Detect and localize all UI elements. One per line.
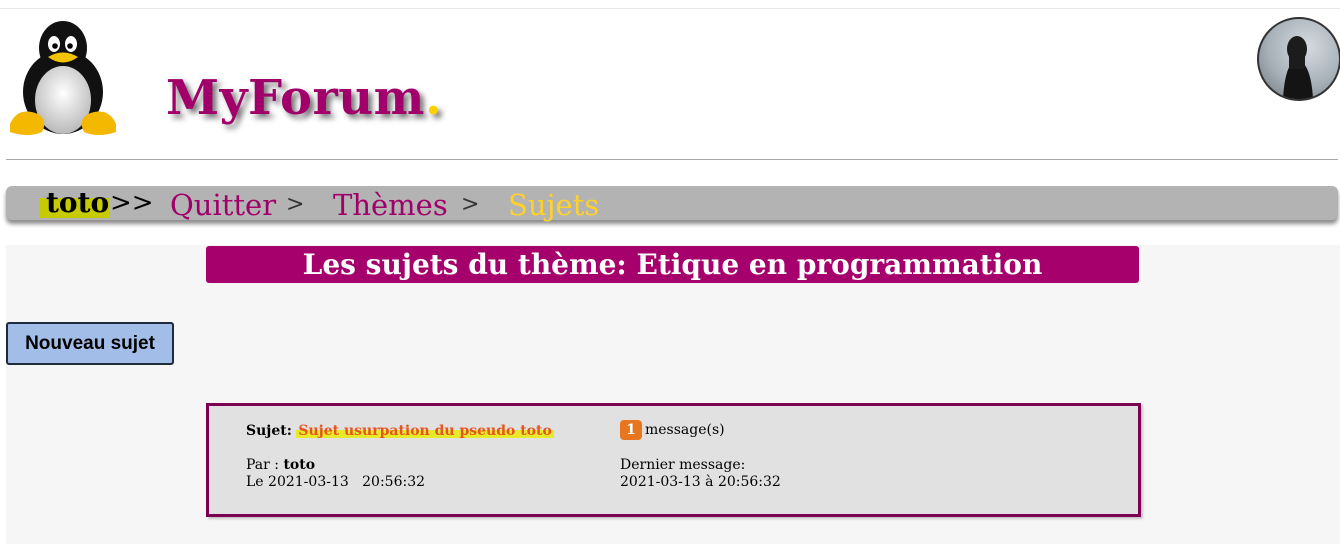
site-title-dot: . (424, 70, 443, 126)
topic-card: Sujet: Sujet usurpation du pseudo toto 1… (206, 403, 1141, 517)
author-name: toto (283, 457, 316, 473)
topic-title-link[interactable]: Sujet usurpation du pseudo toto (296, 423, 554, 439)
user-avatar[interactable] (1257, 17, 1340, 101)
topic-author-block: Par : toto Le 2021-03-13 20:56:32 (246, 457, 425, 491)
message-count-label: message(s) (645, 422, 725, 438)
author-prefix: Par : (246, 457, 279, 473)
current-page-subjects: Sujets (508, 188, 600, 222)
theme-title: Les sujets du thème: Etique en programma… (206, 246, 1139, 283)
user-arrow: >> (110, 188, 154, 218)
message-count-row: 1 message(s) (620, 420, 725, 440)
topic-date: 2021-03-13 (268, 474, 349, 490)
themes-link[interactable]: Thèmes (333, 188, 448, 222)
breadcrumb-separator: > (461, 192, 480, 217)
last-message-value: 2021-03-13 à 20:56:32 (620, 474, 781, 490)
message-count-badge: 1 (620, 420, 642, 440)
date-prefix: Le (246, 474, 264, 490)
last-message-block: Dernier message: 2021-03-13 à 20:56:32 (620, 457, 781, 491)
site-title[interactable]: MyForum. (166, 70, 442, 126)
topic-subject-row: Sujet: Sujet usurpation du pseudo toto (246, 423, 554, 439)
subject-label: Sujet: (246, 423, 292, 439)
current-user: toto (40, 189, 110, 218)
topic-time: 20:56:32 (362, 474, 426, 490)
main-content: Les sujets du thème: Etique en programma… (6, 245, 1340, 544)
tux-logo-icon (8, 20, 118, 140)
header-divider (6, 159, 1338, 160)
top-divider (0, 8, 1340, 9)
quit-link[interactable]: Quitter (170, 188, 276, 222)
last-message-label: Dernier message: (620, 457, 746, 473)
breadcrumb-navbar: toto >> Quitter > Thèmes > Sujets (6, 186, 1338, 222)
avatar-icon (1283, 36, 1313, 99)
new-topic-button[interactable]: Nouveau sujet (6, 322, 174, 365)
breadcrumb-separator: > (286, 192, 305, 217)
